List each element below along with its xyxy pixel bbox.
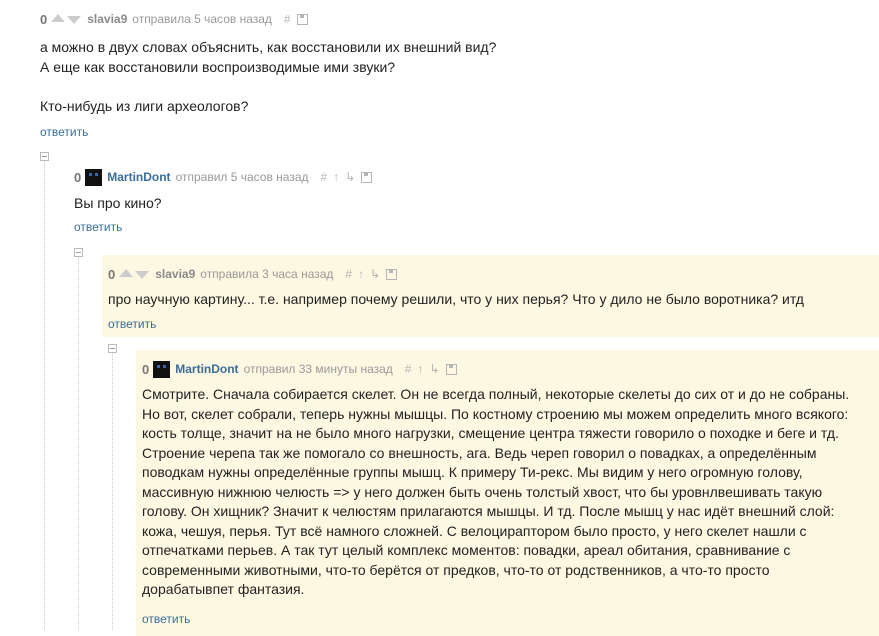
hash-icon[interactable]: #	[345, 267, 352, 281]
comment-author[interactable]: MartinDont	[175, 362, 238, 376]
vote-down-icon[interactable]	[135, 271, 150, 279]
parent-arrow-icon[interactable]: ↑	[333, 170, 339, 184]
thread-line	[78, 256, 79, 630]
thread-icon[interactable]: ↳	[429, 362, 439, 376]
comment-author[interactable]: MartinDont	[107, 170, 170, 184]
comment-blank-line	[40, 77, 860, 97]
comment-text-line: поводкам нужны определённые группы мышц.…	[142, 464, 803, 480]
save-icon[interactable]	[296, 13, 308, 25]
comment-timestamp: отправила 3 часа назад	[200, 267, 334, 281]
comment-score: 0	[108, 266, 116, 282]
comment: 0 slavia9 отправила 5 часов назад # а мо…	[0, 0, 879, 150]
comment-text-line: отпечатками перьев. А так тут целый комп…	[142, 542, 791, 558]
comment-timestamp: отправила 5 часов назад	[132, 12, 272, 26]
comment-score: 0	[74, 169, 82, 185]
comment-text-line: Но вот, скелет собрали, теперь нужны мыш…	[142, 405, 849, 422]
reply-link[interactable]: ответить	[142, 612, 190, 626]
reply-link[interactable]: ответить	[108, 317, 156, 331]
vote-down-icon[interactable]	[67, 16, 82, 24]
comment: 0 MartinDont отправил 5 часов назад # ↑ …	[68, 158, 879, 242]
comment-text-line: Смотрите. Сначала собирается скелет. Он …	[142, 386, 850, 402]
reply-link[interactable]: ответить	[74, 220, 122, 234]
comment-text-line: кожа, чешуя, перья. Тут всё намного слож…	[142, 522, 807, 539]
comment-text-line: Кто-нибудь из лиги археологов?	[40, 97, 249, 114]
comment-score: 0	[40, 11, 48, 27]
comment-text-line: про научную картину... т.е. например поч…	[108, 291, 804, 307]
thread-line	[44, 160, 45, 630]
comment: 0 MartinDont отправил 33 минуты назад # …	[136, 350, 879, 636]
comment-text-line: Вы про кино?	[74, 195, 162, 211]
comment-text-line: дорабатывпет фантазия.	[142, 581, 305, 597]
comment-text-line: кость толще, значит на не было много наг…	[142, 425, 839, 441]
comment-text-line: современными животными, что-то берётся о…	[142, 561, 770, 578]
vote-up-icon[interactable]	[51, 14, 66, 22]
comment-author[interactable]: slavia9	[155, 267, 195, 281]
comment-text-line: А еще как восстановили воспроизводимые и…	[40, 58, 396, 75]
thread-line	[112, 352, 113, 630]
avatar[interactable]	[153, 360, 171, 378]
avatar[interactable]	[85, 168, 103, 186]
comment-text-line: Строение черепа так же помогало со внешн…	[142, 444, 817, 461]
comment-body: Вы про кино?	[74, 194, 864, 214]
comment-timestamp: отправил 33 минуты назад	[243, 362, 393, 376]
comment-text-line: а можно в двух словах объяснить, как вос…	[40, 39, 497, 55]
comment-score: 0	[142, 361, 150, 377]
hash-icon[interactable]: #	[321, 170, 328, 184]
comment-body: а можно в двух словах объяснить, как вос…	[40, 38, 860, 116]
vote-up-icon[interactable]	[119, 269, 134, 277]
comment-author[interactable]: slavia9	[87, 12, 127, 26]
comment-text-line: массивную нижнюю челюсть => у него долже…	[142, 483, 823, 500]
comment-timestamp: отправил 5 часов назад	[175, 170, 309, 184]
hash-icon[interactable]: #	[284, 12, 291, 26]
collapse-thread-button[interactable]	[40, 152, 49, 161]
comment-header: 0 slavia9 отправила 5 часов назад #	[40, 10, 308, 28]
thread-icon[interactable]: ↳	[345, 170, 355, 184]
collapse-thread-button[interactable]	[74, 248, 83, 257]
save-icon[interactable]	[386, 268, 398, 280]
comment-text-line: голову. Он хищник? Значит к челюстям при…	[142, 503, 835, 519]
comment: 0 slavia9 отправила 3 часа назад # ↑ ↳ п…	[102, 255, 879, 337]
parent-arrow-icon[interactable]: ↑	[358, 267, 364, 281]
parent-arrow-icon[interactable]: ↑	[417, 362, 423, 376]
comment-header: 0 MartinDont отправил 33 минуты назад # …	[142, 360, 457, 378]
comment-body: про научную картину... т.е. например поч…	[108, 290, 878, 310]
save-icon[interactable]	[361, 171, 373, 183]
save-icon[interactable]	[445, 363, 457, 375]
comment-header: 0 slavia9 отправила 3 часа назад # ↑ ↳	[108, 265, 398, 283]
hash-icon[interactable]: #	[405, 362, 412, 376]
collapse-thread-button[interactable]	[108, 344, 117, 353]
thread-icon[interactable]: ↳	[370, 267, 380, 281]
comment-header: 0 MartinDont отправил 5 часов назад # ↑ …	[74, 168, 373, 186]
reply-link[interactable]: ответить	[40, 125, 88, 139]
comment-body: Смотрите. Сначала собирается скелет. Он …	[142, 385, 872, 600]
